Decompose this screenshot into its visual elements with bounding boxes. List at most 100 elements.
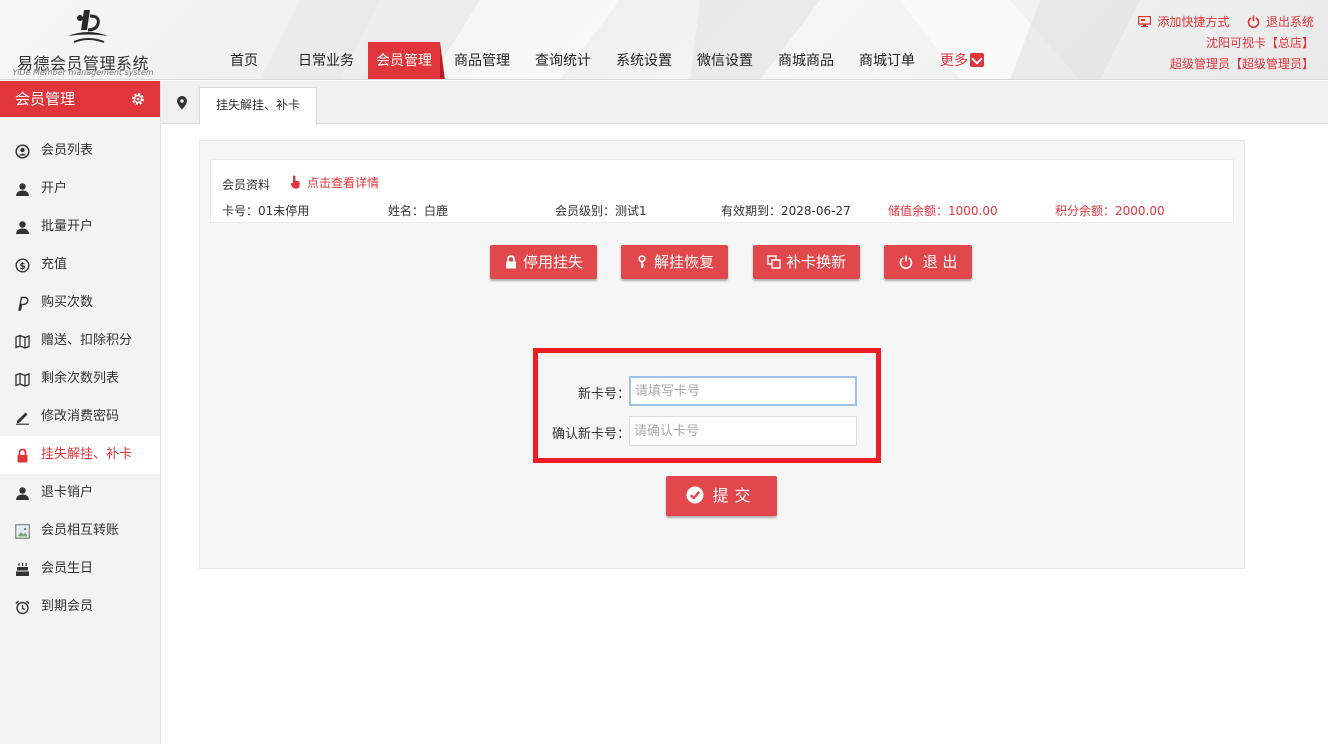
sidebar-item-label: 开户 [41, 181, 68, 196]
sidebar-item-loss-report[interactable]: 挂失解挂、补卡 [0, 436, 160, 474]
sidebar: 会员管理 会员列表 开户 批量开户 $ 充值 购买次数 赠送、扣除积分 剩余次数… [0, 81, 161, 744]
alarm-clock-icon [15, 600, 30, 615]
sidebar-item-recharge[interactable]: $ 充值 [0, 246, 160, 284]
replace-card-button[interactable]: 补卡换新 [753, 245, 860, 279]
sidebar-item-label: 会员生日 [41, 561, 94, 576]
tab-loss-report[interactable]: 挂失解挂、补卡 [199, 87, 318, 125]
tab-bar: 挂失解挂、补卡 [161, 81, 1328, 125]
power-icon [1247, 15, 1260, 28]
sidebar-item-remaining-times[interactable]: 剩余次数列表 [0, 360, 160, 398]
main-panel: 会员资料 点击查看详情 卡号：01未停用 姓名：白鹿 会员级别：测试1 有效期到… [199, 140, 1245, 569]
sidebar-header: 会员管理 [0, 81, 160, 117]
exit-button[interactable]: 退 出 [884, 245, 972, 279]
nav-query-statistics[interactable]: 查询统计 [524, 42, 602, 79]
nav-system-settings[interactable]: 系统设置 [605, 42, 683, 79]
nav-product-management[interactable]: 商品管理 [443, 42, 521, 79]
paypal-icon [18, 296, 29, 311]
confirm-card-label: 确认新卡号： [551, 427, 630, 442]
sidebar-item-birthday[interactable]: 会员生日 [0, 550, 160, 588]
nav-wechat-settings[interactable]: 微信设置 [686, 42, 764, 79]
gear-icon[interactable] [130, 91, 146, 107]
top-header: 易德会员管理系统 YiDe Member management system 首… [0, 0, 1328, 80]
map-icon [15, 372, 30, 387]
sidebar-item-transfer[interactable]: 会员相互转账 [0, 512, 160, 550]
confirm-card-input[interactable] [629, 416, 857, 446]
main-nav: 首页 日常业务 会员管理 商品管理 查询统计 系统设置 微信设置 商城商品 商城… [214, 42, 998, 79]
suspend-report-loss-button[interactable]: 停用挂失 [490, 245, 597, 279]
sidebar-item-points-adjust[interactable]: 赠送、扣除积分 [0, 322, 160, 360]
new-card-input[interactable] [629, 376, 857, 406]
nav-more-label: 更多 [940, 53, 968, 69]
card-number: 卡号：01未停用 [222, 204, 310, 218]
sidebar-item-label: 批量开户 [41, 219, 94, 234]
brand-logo[interactable]: 易德会员管理系统 YiDe Member management system [8, 4, 158, 77]
brand-subtitle: YiDe Member management system [12, 68, 154, 77]
sidebar-item-label: 到期会员 [41, 599, 94, 614]
sidebar-item-label: 赠送、扣除积分 [41, 333, 133, 348]
restore-card-button[interactable]: 解挂恢复 [621, 245, 728, 279]
logout-label: 退出系统 [1265, 15, 1314, 29]
user-icon [16, 487, 29, 500]
lock-icon [505, 255, 516, 269]
location-pin-icon [177, 96, 187, 110]
user-panel: 添加快捷方式 退出系统 沈阳可视卡【总店】 超级管理员【超级管理员】 [1138, 12, 1314, 75]
nav-member-management[interactable]: 会员管理 [368, 42, 445, 79]
chevron-down-icon [970, 53, 984, 67]
hand-pointer-icon [290, 175, 300, 189]
lock-icon [17, 448, 28, 463]
member-info-card: 会员资料 点击查看详情 卡号：01未停用 姓名：白鹿 会员级别：测试1 有效期到… [210, 159, 1234, 223]
new-card-label: 新卡号： [577, 387, 630, 402]
new-card-form-highlight: 新卡号： 确认新卡号： [533, 348, 881, 463]
image-icon [15, 524, 30, 539]
exit-label: 退 出 [922, 253, 958, 271]
nav-mall-orders[interactable]: 商城订单 [848, 42, 926, 79]
view-details-link[interactable]: 点击查看详情 [290, 174, 379, 191]
sidebar-item-label: 会员列表 [41, 143, 94, 158]
sidebar-menu: 会员列表 开户 批量开户 $ 充值 购买次数 赠送、扣除积分 剩余次数列表 修改 [0, 132, 160, 626]
nav-home[interactable]: 首页 [214, 42, 269, 79]
map-icon [15, 334, 30, 349]
add-shortcut-link[interactable]: 添加快捷方式 [1138, 15, 1233, 29]
sidebar-item-label: 挂失解挂、补卡 [41, 447, 133, 462]
points-balance: 积分余额：2000.00 [1055, 204, 1165, 218]
pencil-icon [16, 412, 29, 425]
sidebar-item-label: 修改消费密码 [41, 409, 120, 424]
add-shortcut-label: 添加快捷方式 [1157, 15, 1230, 29]
nav-mall-products[interactable]: 商城商品 [767, 42, 845, 79]
view-details-label: 点击查看详情 [307, 176, 380, 190]
confirm-card-row: 确认新卡号： [538, 416, 876, 446]
submit-label: 提交 [712, 486, 757, 505]
restore-label: 解挂恢复 [653, 253, 714, 271]
sidebar-item-label: 购买次数 [41, 295, 94, 310]
replace-label: 补卡换新 [785, 253, 846, 271]
sidebar-item-label: 退卡销户 [41, 485, 94, 500]
sidebar-item-cancel-card[interactable]: 退卡销户 [0, 474, 160, 512]
sidebar-item-buy-times[interactable]: 购买次数 [0, 284, 160, 322]
logo-emblem-icon [68, 10, 108, 43]
power-icon [899, 255, 912, 269]
member-info-title: 会员资料 [222, 178, 271, 192]
sidebar-item-batch-open[interactable]: 批量开户 [0, 208, 160, 246]
store-name: 沈阳可视卡【总店】 [1205, 36, 1314, 50]
expiry-date: 有效期到：2028-06-27 [721, 204, 851, 218]
copy-icon [767, 255, 781, 269]
sidebar-item-expiring[interactable]: 到期会员 [0, 588, 160, 626]
nav-more[interactable]: 更多 [929, 42, 995, 79]
user-icon [16, 183, 29, 196]
user-icon [16, 221, 29, 234]
sidebar-item-label: 会员相互转账 [41, 523, 120, 538]
logout-link[interactable]: 退出系统 [1247, 15, 1314, 29]
monitor-icon [1138, 16, 1152, 27]
current-user: 超级管理员【超级管理员】 [1169, 57, 1314, 71]
sidebar-item-change-password[interactable]: 修改消费密码 [0, 398, 160, 436]
new-card-row: 新卡号： [538, 376, 876, 406]
dollar-circle-icon: $ [15, 258, 30, 273]
suspend-label: 停用挂失 [522, 253, 583, 271]
sidebar-item-member-list[interactable]: 会员列表 [0, 132, 160, 170]
svg-text:$: $ [19, 262, 25, 272]
submit-button[interactable]: 提交 [666, 476, 777, 516]
user-circle-icon [15, 144, 30, 159]
check-circle-icon [686, 486, 704, 504]
nav-daily-business[interactable]: 日常业务 [287, 42, 365, 79]
sidebar-item-open-account[interactable]: 开户 [0, 170, 160, 208]
